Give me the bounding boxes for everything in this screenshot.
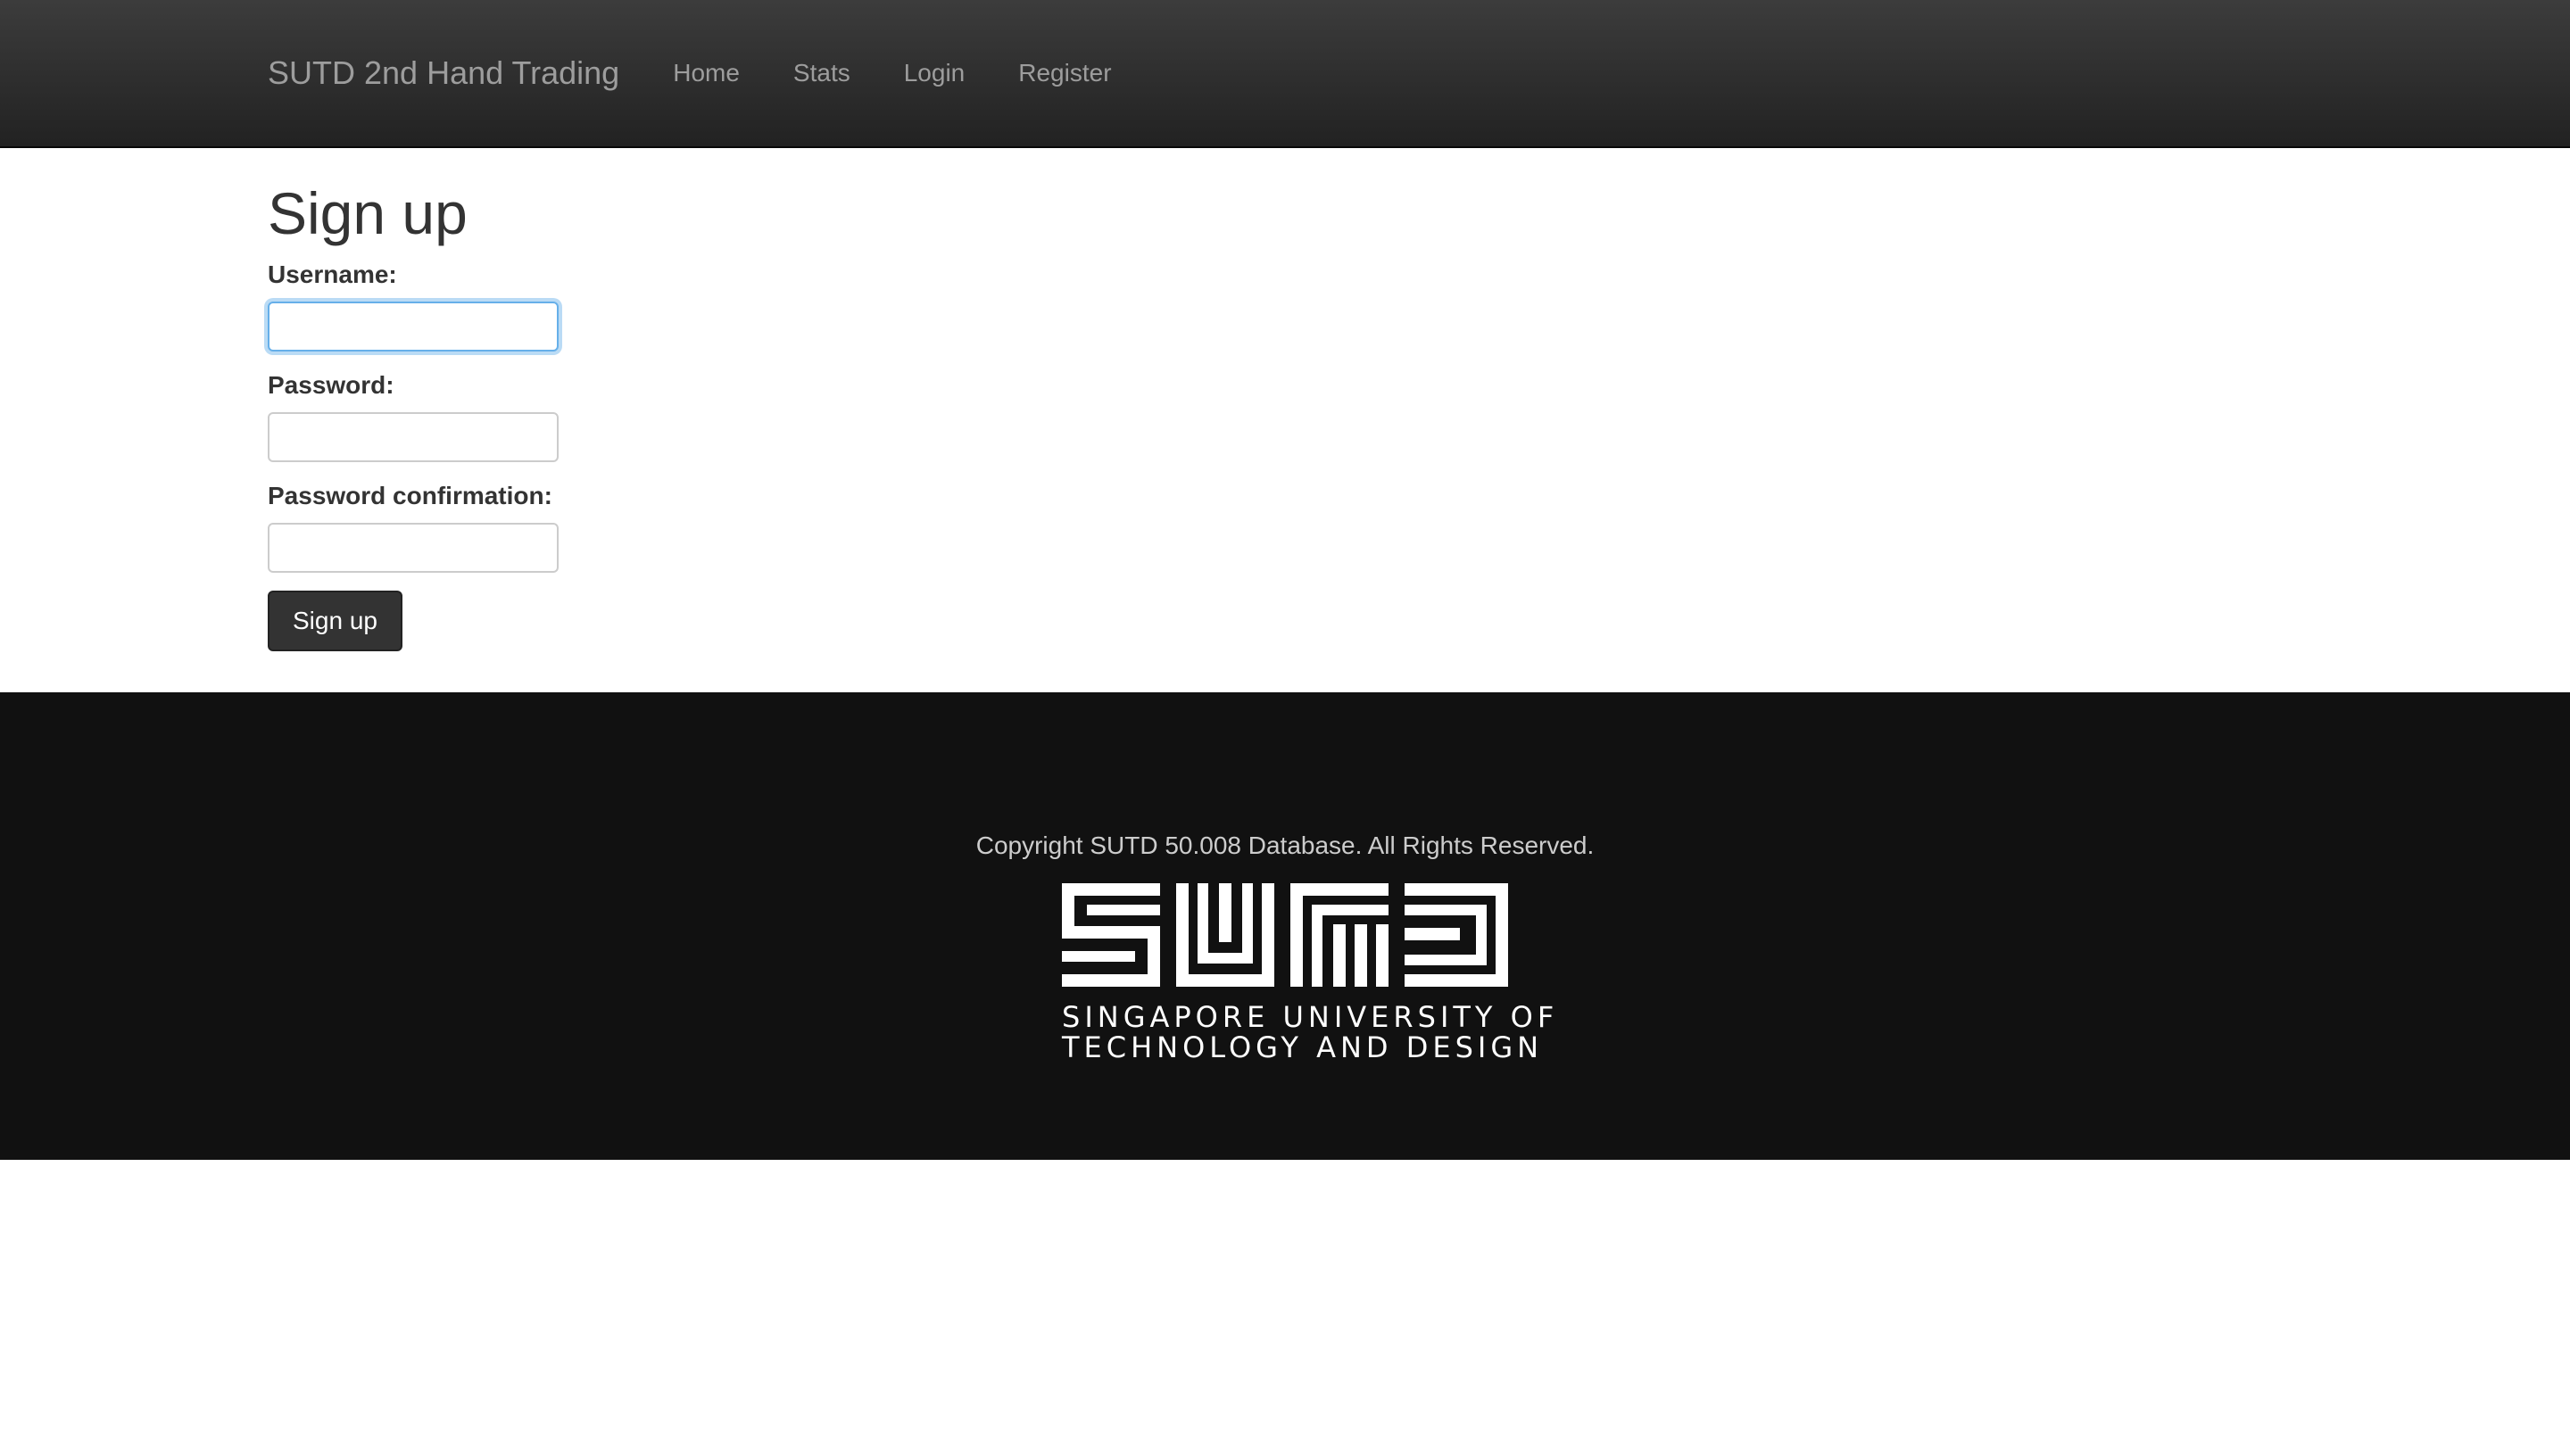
navbar-inner: SUTD 2nd Hand Trading Home Stats Login R… — [268, 0, 1165, 146]
password-confirmation-group: Password confirmation: — [268, 482, 2302, 573]
logo-line-1: SINGAPORE UNIVERSITY OF — [1062, 1000, 1559, 1034]
username-label: Username: — [268, 261, 397, 288]
sutd-logo-mark — [1062, 883, 1508, 987]
password-confirmation-input[interactable] — [268, 523, 559, 573]
password-label: Password: — [268, 371, 394, 399]
footer: Copyright SUTD 50.008 Database. All Righ… — [0, 692, 2570, 1160]
nav-link-register[interactable]: Register — [1018, 59, 1111, 87]
nav-link-login[interactable]: Login — [904, 59, 966, 87]
sutd-logo: SINGAPORE UNIVERSITY OF TECHNOLOGY AND D… — [1062, 883, 1559, 1064]
username-input[interactable] — [268, 302, 559, 352]
signup-form: Username: Password: Password confirmatio… — [268, 261, 2302, 651]
page-title: Sign up — [268, 180, 468, 246]
password-input[interactable] — [268, 412, 559, 462]
copyright-text: Copyright SUTD 50.008 Database. All Righ… — [975, 831, 1595, 859]
password-group: Password: — [268, 371, 2302, 462]
nav-link-stats[interactable]: Stats — [793, 59, 850, 87]
signup-button[interactable]: Sign up — [268, 591, 402, 651]
brand-link[interactable]: SUTD 2nd Hand Trading — [268, 54, 619, 92]
username-group: Username: — [268, 261, 2302, 352]
nav-link-home[interactable]: Home — [673, 59, 740, 87]
main-content: Sign up Username: Password: Password con… — [268, 148, 2302, 651]
password-confirmation-label: Password confirmation: — [268, 482, 552, 509]
logo-line-2: TECHNOLOGY AND DESIGN — [1062, 1030, 1544, 1064]
top-navbar: SUTD 2nd Hand Trading Home Stats Login R… — [0, 0, 2570, 148]
